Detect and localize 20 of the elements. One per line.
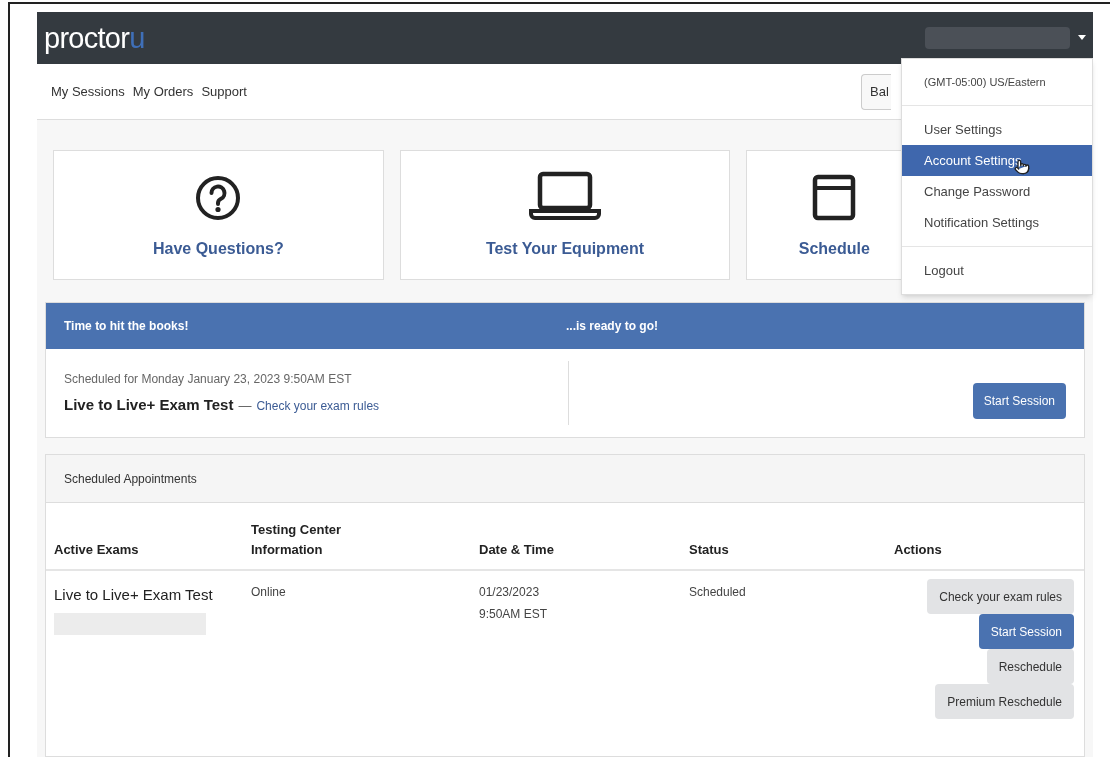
exam-name-cell-text: Live to Live+ Exam Test <box>54 585 214 605</box>
exam-name: Live to Live+ Exam Test <box>64 394 234 415</box>
column-header: Actions <box>893 540 943 559</box>
status-cell-text: Scheduled <box>688 584 747 601</box>
column-header: Date & Time <box>478 540 555 559</box>
panel-title: Scheduled Appointments <box>64 470 197 488</box>
card-title: Schedule <box>798 239 870 259</box>
separator: — <box>238 396 252 415</box>
timezone-label: (GMT-05:00) US/Eastern <box>923 74 1047 90</box>
panel-heading: ...is ready to go! <box>566 318 658 335</box>
card-title: Have Questions? <box>152 239 284 259</box>
card-title: Test Your Equipment <box>485 239 645 259</box>
column-header: Testing Center Information <box>250 521 343 559</box>
scheduled-date: Scheduled for Monday January 23, 2023 9:50AM EST <box>64 370 353 388</box>
column-header: Status <box>688 540 730 559</box>
time-cell-text: 9:50AM EST <box>479 606 549 623</box>
date-cell-text: 01/23/2023 <box>479 584 541 601</box>
column-header: Active Exams <box>53 540 140 559</box>
location-cell-text: Online <box>250 584 287 601</box>
panel-heading: Time to hit the books! <box>64 318 190 335</box>
